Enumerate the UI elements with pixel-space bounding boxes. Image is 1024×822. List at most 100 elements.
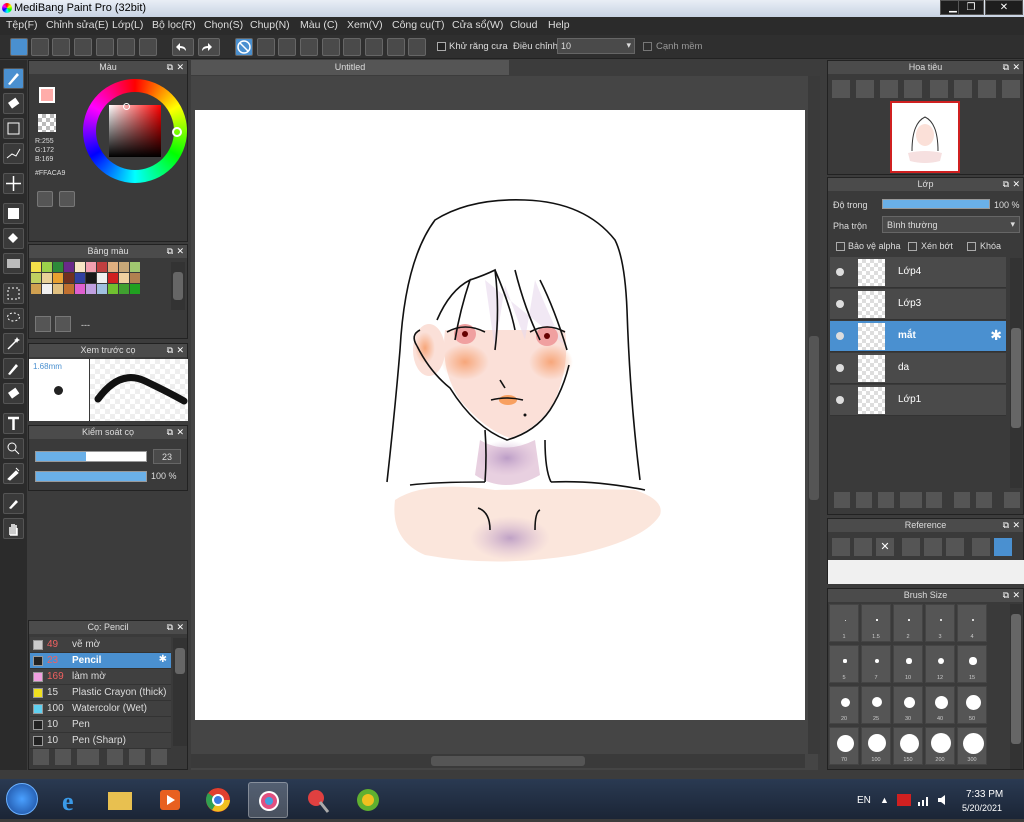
palette-swatch[interactable]	[64, 284, 74, 294]
gradient-tool-icon[interactable]	[3, 253, 24, 274]
delete-palette-icon[interactable]	[55, 316, 71, 332]
brush-item[interactable]: 49 vẽ mờ	[30, 637, 171, 653]
antivirus-tray-icon[interactable]	[897, 794, 911, 806]
palette-swatch[interactable]	[64, 273, 74, 283]
brush-size-option[interactable]: 50	[957, 686, 987, 724]
tray-arrow-icon[interactable]: ▲	[880, 795, 889, 805]
palette-swatch[interactable]	[75, 262, 85, 272]
menu-color[interactable]: Màu (C)	[300, 19, 338, 31]
menu-cloud[interactable]: Cloud	[510, 19, 537, 31]
palette-swatch[interactable]	[31, 262, 41, 272]
palette-swatch[interactable]	[42, 262, 52, 272]
palette-swatch[interactable]	[130, 262, 140, 272]
antialias-checkbox[interactable]	[437, 42, 446, 51]
brush-copy-icon[interactable]	[151, 749, 167, 765]
eye-icon[interactable]	[836, 268, 844, 276]
brush-size-option[interactable]: 3	[925, 604, 955, 642]
comment-icon[interactable]	[52, 38, 70, 56]
brush-settings-icon[interactable]	[107, 749, 123, 765]
navigator-thumbnail[interactable]	[890, 101, 960, 173]
brush-size-option[interactable]: 10	[893, 645, 923, 683]
brush-size-option[interactable]: 40	[925, 686, 955, 724]
menu-tools[interactable]: Công cụ(T)	[392, 19, 445, 31]
palette-swatch[interactable]	[42, 284, 52, 294]
reset-view-icon[interactable]	[954, 80, 972, 98]
brush-size-option[interactable]: 20	[829, 686, 859, 724]
brush-item[interactable]: 15 Plastic Crayon (thick)	[30, 685, 171, 701]
medibang-taskbar-icon[interactable]	[248, 782, 288, 818]
clock-time[interactable]: 7:33 PM	[966, 789, 1003, 800]
soft-edge-checkbox[interactable]	[643, 42, 652, 51]
brush-item[interactable]: 100 Watercolor (Wet)	[30, 701, 171, 717]
palette-swatch[interactable]	[108, 273, 118, 283]
vertical-scrollbar[interactable]	[808, 76, 820, 754]
horizontal-scrollbar[interactable]	[191, 754, 805, 768]
menu-layer[interactable]: Lớp(L)	[112, 19, 143, 31]
palette-swatch[interactable]	[108, 284, 118, 294]
brush-size-option[interactable]: 15	[957, 645, 987, 683]
menu-help[interactable]: Help	[548, 19, 570, 31]
layer-scrollbar[interactable]	[1010, 258, 1022, 488]
palette-swatch[interactable]	[42, 273, 52, 283]
restore-button[interactable]: ❐	[958, 0, 984, 15]
brush-item[interactable]: 10 Pen	[30, 717, 171, 733]
palette-swatch[interactable]	[86, 262, 96, 272]
hand-tool-icon[interactable]	[3, 518, 24, 539]
palette-scrollbar[interactable]	[171, 262, 185, 310]
palette-swatch[interactable]	[86, 284, 96, 294]
drawing-canvas[interactable]	[195, 110, 805, 720]
layer-gear-icon[interactable]: ✱	[990, 327, 1002, 344]
ref-hand-icon[interactable]	[994, 538, 1012, 556]
brush-size-option[interactable]: 200	[925, 727, 955, 765]
brush-size-option[interactable]: 1	[829, 604, 859, 642]
blend-select[interactable]: Bình thường ▾	[882, 216, 1020, 233]
clip-checkbox[interactable]	[908, 242, 917, 251]
ref-close-icon[interactable]: ✕	[876, 538, 894, 556]
palette-swatch[interactable]	[75, 284, 85, 294]
language-indicator[interactable]: EN	[857, 795, 871, 806]
opacity-slider[interactable]	[35, 471, 147, 482]
brush-tool-icon[interactable]	[3, 68, 24, 89]
palette-swatch[interactable]	[108, 262, 118, 272]
move-tool-icon[interactable]	[3, 173, 24, 194]
message-icon[interactable]	[74, 38, 92, 56]
palette-swatch[interactable]	[97, 284, 107, 294]
trash-icon[interactable]	[1004, 492, 1020, 508]
fit-icon[interactable]	[880, 80, 898, 98]
palette-swatch[interactable]	[86, 273, 96, 283]
media-player-icon[interactable]	[150, 782, 190, 818]
menu-view[interactable]: Xem(V)	[347, 19, 383, 31]
text-tool-icon[interactable]	[3, 413, 24, 434]
eraser-tool-icon[interactable]	[3, 93, 24, 114]
circle-snap-icon[interactable]	[387, 38, 405, 56]
concentric-snap-icon[interactable]	[343, 38, 361, 56]
new-layer-8bit-icon[interactable]	[856, 492, 872, 508]
brush-size-option[interactable]: 30	[893, 686, 923, 724]
ref-zoom-out-icon[interactable]	[946, 538, 964, 556]
ref-eyedropper-icon[interactable]	[972, 538, 990, 556]
brush-size-option[interactable]: 300	[957, 727, 987, 765]
radial-snap-icon[interactable]	[322, 38, 340, 56]
palette-swatch[interactable]	[31, 284, 41, 294]
layer-row[interactable]: Lớp1	[830, 385, 1006, 416]
no-snap-icon[interactable]	[235, 38, 253, 56]
grid-snap-icon[interactable]	[278, 38, 296, 56]
new-brush-icon[interactable]	[55, 749, 71, 765]
start-button[interactable]	[6, 783, 38, 815]
lasso-tool-icon[interactable]	[3, 308, 24, 329]
reference-image-area[interactable]	[828, 560, 1024, 584]
menu-select[interactable]: Chọn(S)	[204, 19, 243, 31]
palette-swatch[interactable]	[130, 284, 140, 294]
document-tab[interactable]: Untitled	[191, 60, 509, 75]
volume-tray-icon[interactable]	[937, 794, 951, 806]
add-layer-menu-icon[interactable]	[900, 492, 922, 508]
layer-row[interactable]: Lớp4	[830, 257, 1006, 288]
brush-size-option[interactable]: 70	[829, 727, 859, 765]
grid-doc-icon[interactable]	[139, 38, 157, 56]
menu-edit[interactable]: Chỉnh sửa(E)	[46, 19, 108, 31]
new-layer-icon[interactable]	[834, 492, 850, 508]
duplicate-layer-icon[interactable]	[954, 492, 970, 508]
select-tool-icon[interactable]	[3, 283, 24, 304]
new-layer-1bit-icon[interactable]	[878, 492, 894, 508]
bucket-tool-icon[interactable]	[3, 228, 24, 249]
